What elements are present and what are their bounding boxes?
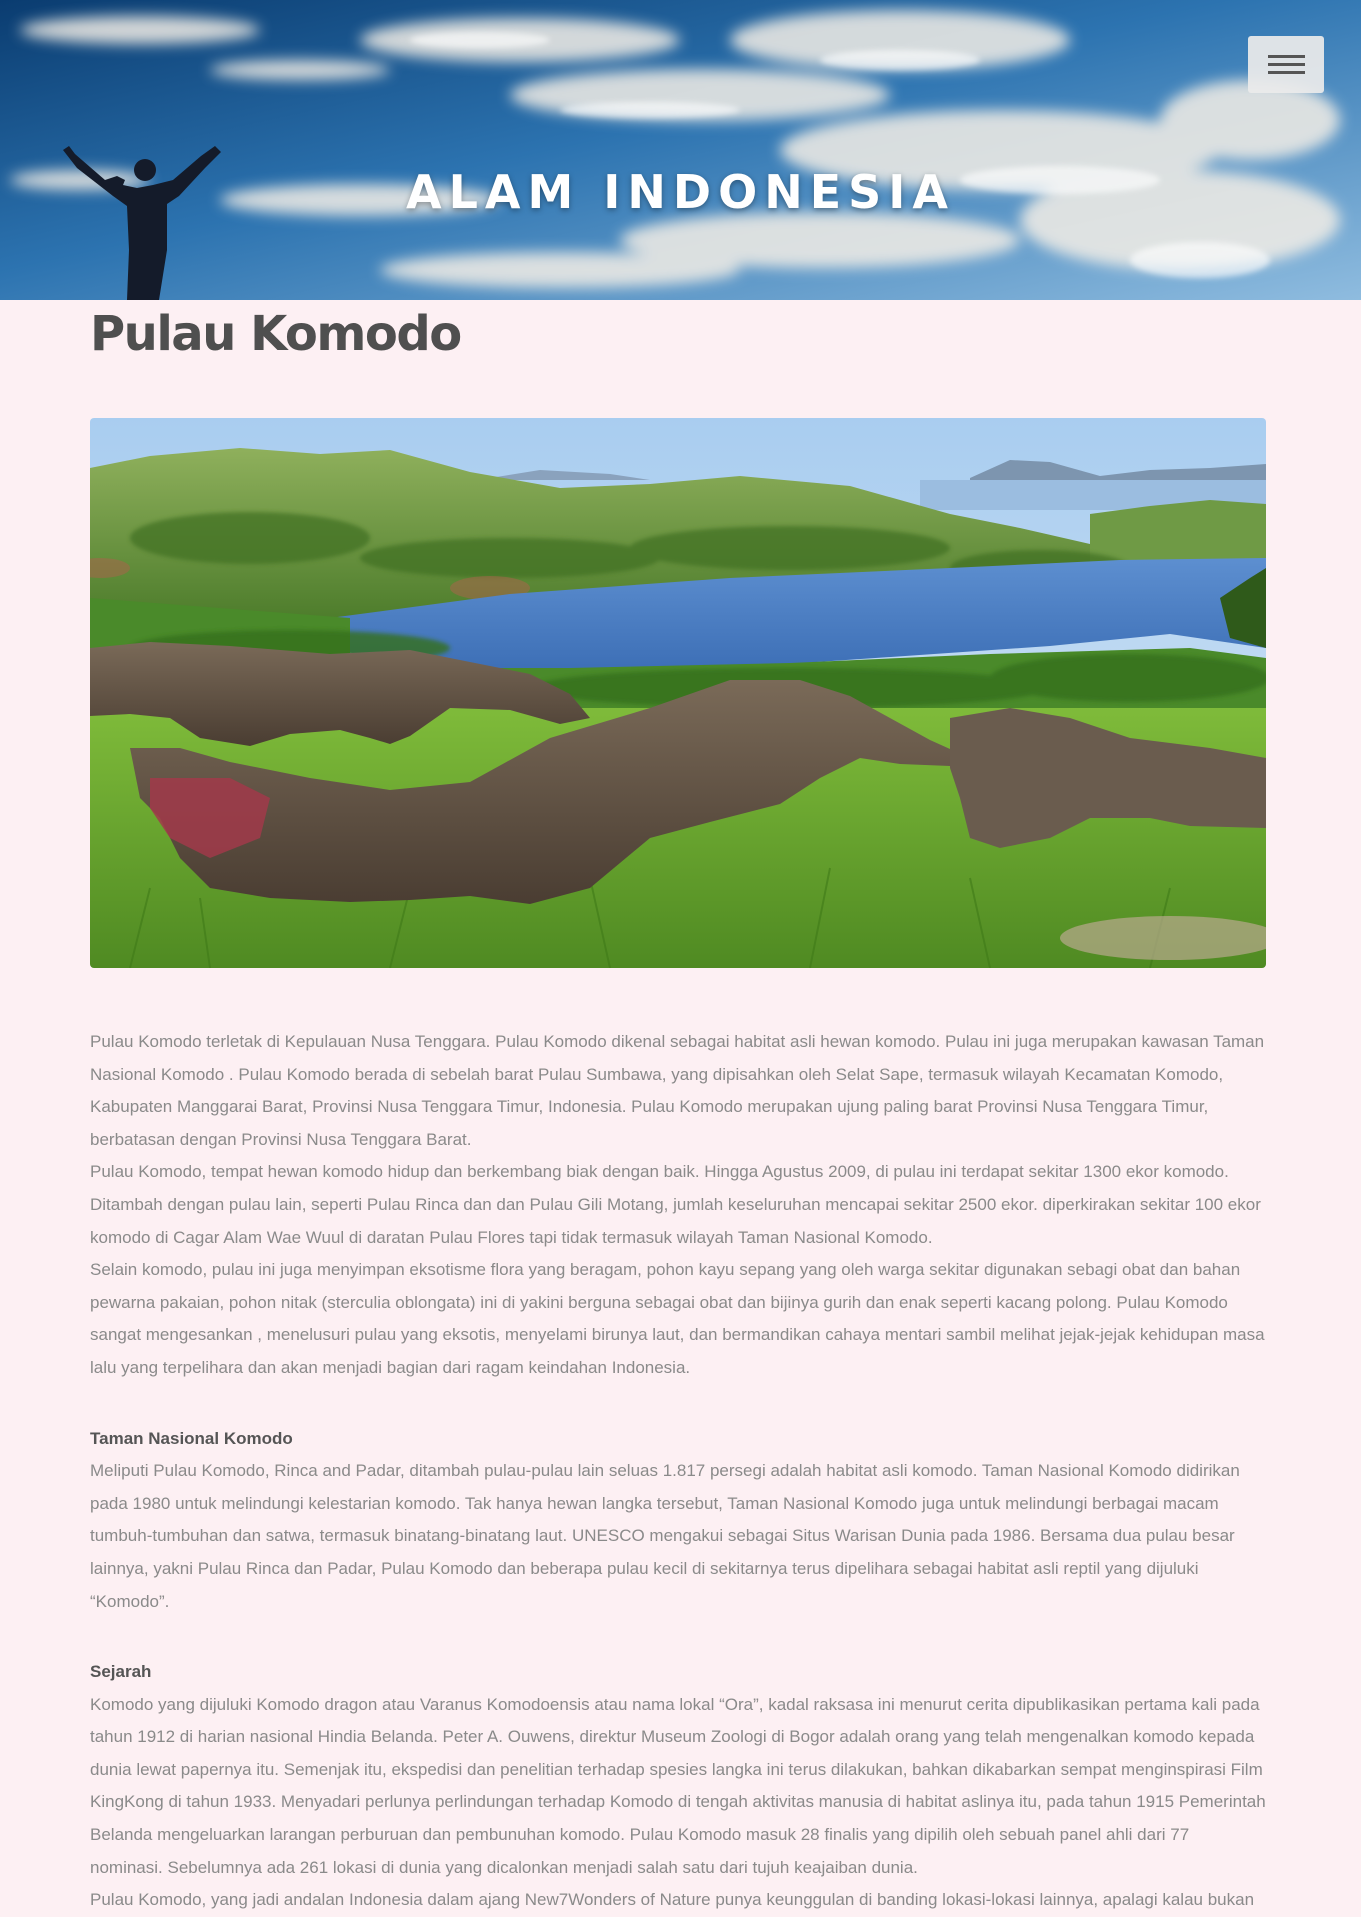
page-title: Pulau Komodo [90,306,462,362]
site-title[interactable]: ALAM INDONESIA [0,165,1361,219]
hero-header: ALAM INDONESIA [0,0,1361,300]
article-paragraph: Selain komodo, pulau ini juga menyimpan … [90,1260,1265,1377]
section-paragraph: Pulau Komodo, yang jadi andalan Indonesi… [90,1890,1255,1910]
section-paragraph: Meliputi Pulau Komodo, Rinca and Padar, … [90,1461,1240,1611]
article-body: Pulau Komodo terletak di Kepulauan Nusa … [90,1026,1266,1917]
article-content: Pulau Komodo Pulau Komodo terletak di Ke… [90,300,1266,1917]
section-heading-taman-nasional: Taman Nasional Komodo [90,1428,293,1448]
article-paragraph: Pulau Komodo, tempat hewan komodo hidup … [90,1162,1261,1247]
komodo-feature-image [90,418,1266,968]
person-silhouette-image [63,146,221,300]
section-paragraph: Komodo yang dijuluki Komodo dragon atau … [90,1694,1266,1877]
section-heading-sejarah: Sejarah [90,1662,152,1682]
menu-button[interactable] [1248,36,1324,93]
article-paragraph: Pulau Komodo terletak di Kepulauan Nusa … [90,1032,1265,1149]
